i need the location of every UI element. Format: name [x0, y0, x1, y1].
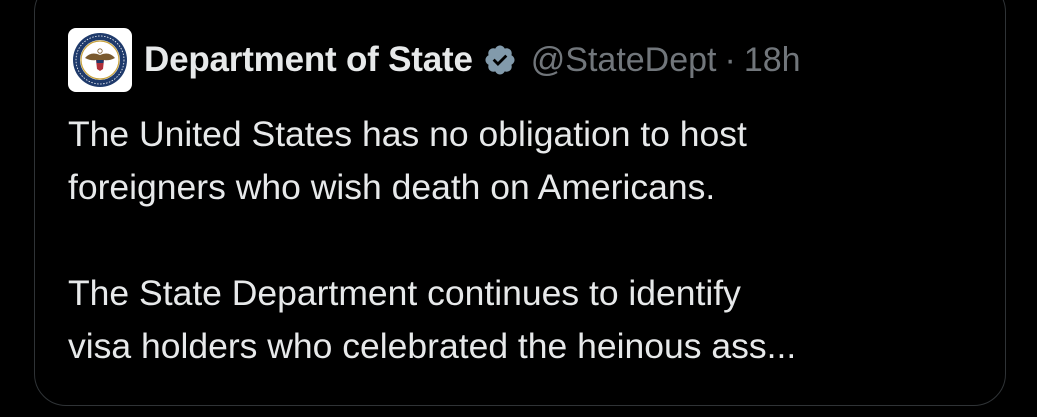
tweet-body[interactable]: The United States has no obligation to h…	[68, 108, 968, 373]
tweet-timestamp[interactable]: 18h	[744, 41, 801, 80]
verified-badge-icon	[483, 43, 517, 77]
author-handle[interactable]: @StateDept	[531, 41, 717, 80]
author-display-name[interactable]: Department of State	[144, 40, 473, 80]
tweet-paragraph: The United States has no obligation to h…	[68, 114, 747, 207]
avatar[interactable]	[68, 28, 132, 92]
department-of-state-seal-icon	[73, 33, 127, 87]
tweet-paragraph: The State Department continues to identi…	[68, 273, 797, 366]
tweet-header: Department of State @StateDept · 18h	[68, 28, 801, 92]
meta-separator: ·	[724, 40, 736, 79]
